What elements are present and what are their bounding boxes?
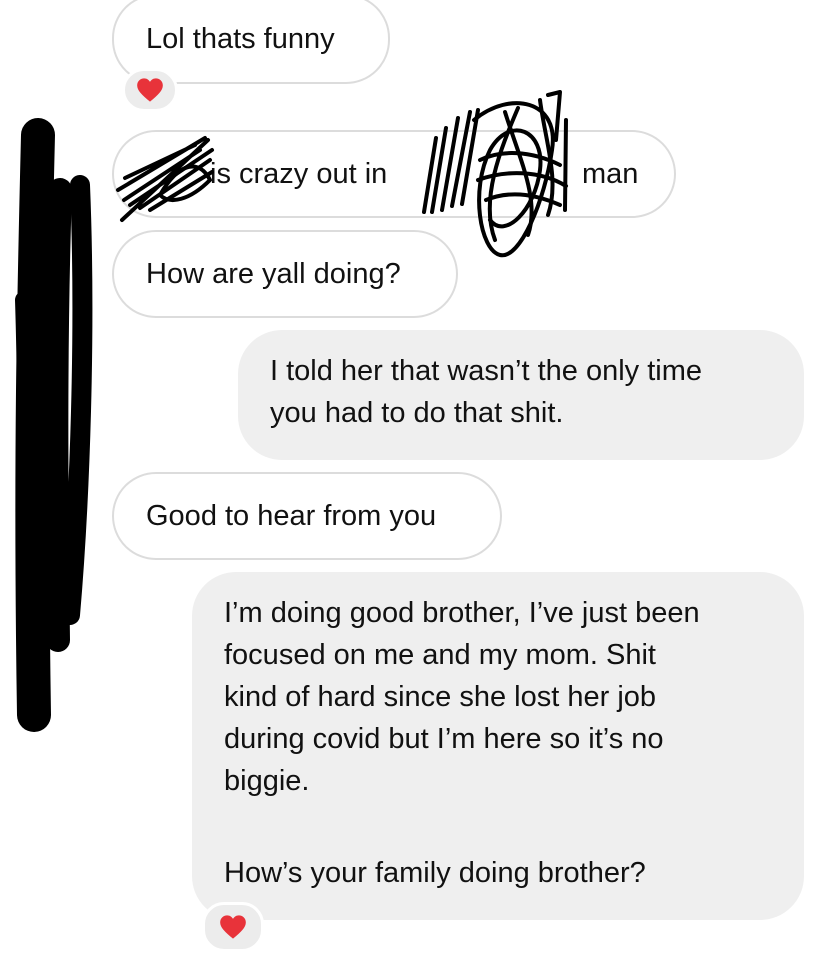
message-line: kind of hard since she lost her job bbox=[224, 681, 657, 713]
message-text: Good to hear from you bbox=[146, 500, 437, 532]
reaction-badge[interactable] bbox=[202, 902, 264, 952]
message-line bbox=[224, 802, 772, 844]
message-text: Lol thats funny bbox=[146, 23, 335, 55]
message-bubble-incoming[interactable]: How are yall doing? bbox=[112, 230, 458, 318]
message-line: you had to do that shit. bbox=[270, 397, 564, 429]
heart-icon bbox=[220, 915, 246, 939]
message-bubble-outgoing[interactable]: I’m doing good brother, I’ve just been f… bbox=[192, 572, 804, 920]
heart-icon bbox=[137, 78, 163, 102]
message-line: I’m doing good brother, I’ve just been bbox=[224, 597, 700, 629]
message-bubble-incoming[interactable]: Good to hear from you bbox=[112, 472, 502, 560]
message-bubble-outgoing[interactable]: I told her that wasn’t the only time you… bbox=[238, 330, 804, 460]
message-line: biggie. bbox=[224, 765, 310, 797]
message-text-fragment: is crazy out in bbox=[210, 158, 388, 190]
message-text: How are yall doing? bbox=[146, 258, 401, 290]
message-line: How’s your family doing brother? bbox=[224, 857, 646, 889]
message-bubble-incoming-redacted[interactable]: is crazy out in man bbox=[112, 130, 676, 218]
reaction-badge[interactable] bbox=[122, 68, 178, 112]
message-line: I told her that wasn’t the only time bbox=[270, 355, 702, 387]
message-line: during covid but I’m here so it’s no bbox=[224, 723, 664, 755]
message-line: focused on me and my mom. Shit bbox=[224, 639, 656, 671]
message-text-fragment: man bbox=[582, 158, 639, 190]
